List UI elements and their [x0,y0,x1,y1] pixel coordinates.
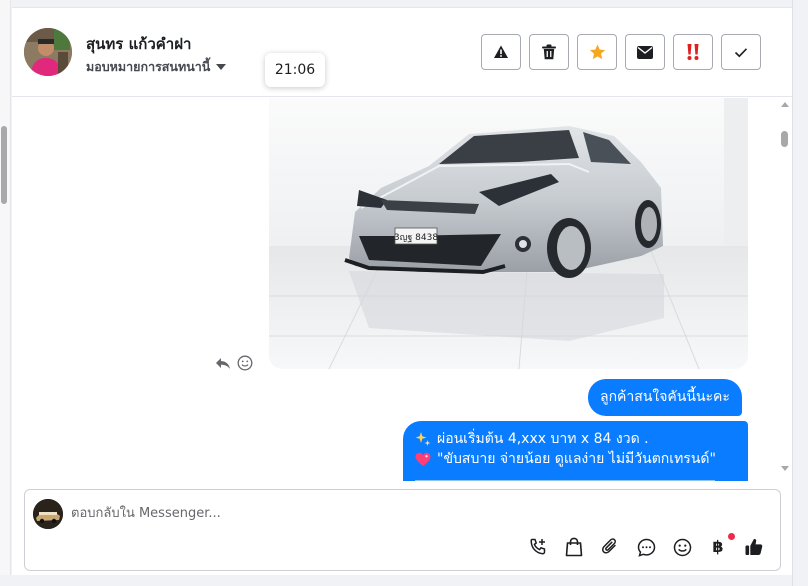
message-line: ผ่อนเริ่มต้น 4,xxx บาท x 84 งวด . [415,429,736,449]
shopping-bag-icon [565,537,583,557]
page-avatar [33,499,63,529]
bottom-gutter [0,575,792,586]
message-list[interactable]: 3ญฐ 8438 ลูกค้าสนใจคันนี้นะคะ ผ่อนเริ่มต… [12,98,792,481]
reply-arrow-icon[interactable] [215,357,231,370]
checkmark-icon [734,47,748,57]
message-line: "ขับสบาย จ่ายน้อย ดูแลง่าย ไม่มีวันตกเทร… [415,449,736,469]
assign-conversation-dropdown[interactable]: มอบหมายการสนทนานี้ [86,57,227,77]
follow-up-button[interactable] [673,34,713,70]
add-call-icon [530,538,546,555]
double-exclamation-icon [687,44,699,60]
scroll-up-arrow-icon[interactable] [781,102,789,107]
payment-button[interactable]: ฿ [707,533,735,558]
sparkles-icon [415,432,431,446]
svg-text:3ญฐ 8438: 3ญฐ 8438 [394,233,438,243]
scroll-down-arrow-icon[interactable] [781,466,789,471]
emoji-button[interactable] [671,536,693,558]
notification-dot [728,533,735,540]
outgoing-message[interactable]: ลูกค้าสนใจคันนี้นะคะ [588,379,742,416]
reply-input[interactable] [71,502,571,524]
envelope-icon [637,45,653,59]
outgoing-message[interactable]: ผ่อนเริ่มต้น 4,xxx บาท x 84 งวด . "ขับสบ… [403,421,748,481]
outer-scrollbar-thumb[interactable] [1,126,7,204]
message-line-text: ผ่อนเริ่มต้น 4,xxx บาท x 84 งวด . [437,431,649,447]
sparkling-heart-icon [415,452,431,466]
star-button[interactable] [577,34,617,70]
conversation-panel: สุนทร แก้วคำฝา มอบหมายการสนทนานี้ 21:06 [12,7,792,586]
messenger-inbox: สุนทร แก้วคำฝา มอบหมายการสนทนานี้ 21:06 [0,0,808,586]
trash-icon [542,44,556,60]
caret-down-icon [216,64,227,70]
report-spam-button[interactable] [481,34,521,70]
attach-button[interactable] [599,536,621,558]
contact-name[interactable]: สุนทร แก้วคำฝา [86,32,191,56]
outer-scrollbar[interactable] [0,0,11,586]
like-button[interactable] [743,536,765,558]
baht-icon: ฿ [712,537,724,556]
message-line-cut [415,479,715,481]
contact-avatar[interactable] [24,28,72,76]
shop-button[interactable] [563,536,585,558]
car-photo-message[interactable]: 3ญฐ 8438 [269,98,748,369]
reply-composer: ฿ [24,489,781,571]
header-actions [481,34,761,70]
composer-tools: ฿ [527,533,765,558]
paperclip-icon [602,538,616,554]
conversation-scrollbar-thumb[interactable] [781,131,788,147]
chat-bubble-icon [637,538,655,557]
thumbs-up-icon [745,538,763,555]
delete-button[interactable] [529,34,569,70]
conversation-scrollbar[interactable] [778,98,792,481]
emoji-icon [673,538,691,556]
mark-unread-button[interactable] [625,34,665,70]
message-tools [215,355,253,371]
warning-triangle-icon [494,45,508,58]
saved-replies-button[interactable] [635,536,657,558]
conversation-header: สุนทร แก้วคำฝา มอบหมายการสนทนานี้ 21:06 [12,8,792,97]
right-gutter [792,0,808,586]
message-line-text: "ขับสบาย จ่ายน้อย ดูแลง่าย ไม่มีวันตกเทร… [437,451,716,467]
add-reaction-icon[interactable] [237,355,253,371]
message-line-partial [415,469,736,481]
timestamp-tooltip: 21:06 [265,53,325,87]
add-call-button[interactable] [527,536,549,558]
mark-done-button[interactable] [721,34,761,70]
assign-conversation-label: มอบหมายการสนทนานี้ [86,59,211,74]
star-icon [589,44,605,60]
